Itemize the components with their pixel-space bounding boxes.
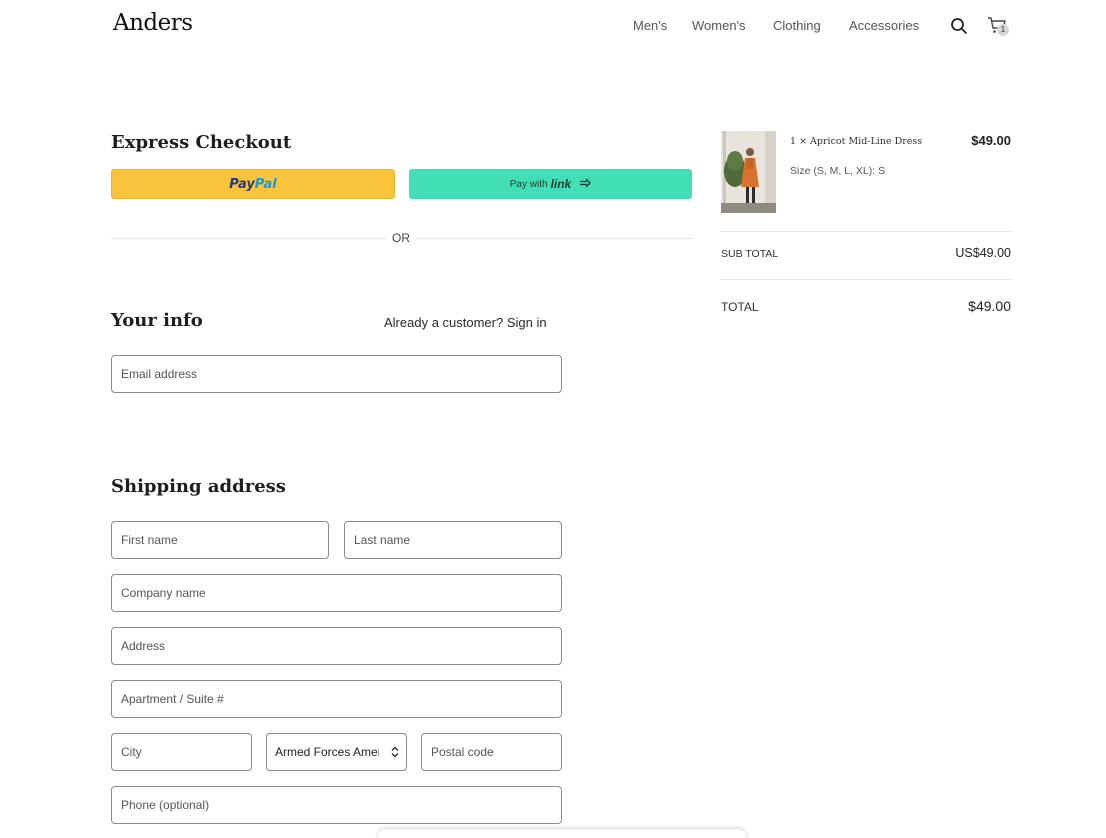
site-header: Anders Men's Women's Clothing Accessorie… — [0, 0, 1106, 56]
search-icon[interactable] — [949, 16, 969, 36]
paypal-logo: PayPal — [229, 177, 276, 192]
subtotal-label: SUB TOTAL — [721, 248, 779, 260]
arrow-right-icon — [579, 178, 592, 191]
city-field[interactable] — [111, 733, 252, 771]
total-value: $49.00 — [968, 298, 1011, 314]
postal-code-field[interactable] — [421, 733, 562, 771]
divider-left — [111, 238, 386, 239]
divider-right — [417, 238, 692, 239]
your-info-title: Your info — [111, 310, 203, 331]
subtotal-value: US$49.00 — [955, 246, 1011, 260]
nav-accessories[interactable]: Accessories — [849, 18, 919, 33]
nav-clothing[interactable]: Clothing — [773, 18, 821, 33]
company-name-field[interactable] — [111, 574, 562, 612]
select-arrows-icon — [388, 745, 402, 759]
nav-mens[interactable]: Men's — [633, 18, 667, 33]
summary-divider — [721, 279, 1011, 280]
paypal-logo-pay: Pay — [229, 176, 255, 192]
site-logo[interactable]: Anders — [113, 10, 193, 36]
nav-womens[interactable]: Women's — [692, 18, 746, 33]
apartment-field[interactable] — [111, 680, 562, 718]
first-name-field[interactable] — [111, 521, 329, 559]
product-name: 1 × Apricot Mid-Line Dress — [790, 136, 923, 147]
or-divider-label: OR — [392, 231, 410, 245]
summary-divider — [721, 231, 1011, 232]
paypal-button[interactable]: PayPal — [111, 169, 395, 199]
address-field[interactable] — [111, 627, 562, 665]
email-field[interactable] — [111, 355, 562, 393]
sign-in-link[interactable]: Already a customer? Sign in — [384, 315, 547, 330]
link-button-prefix: Pay with — [509, 178, 548, 190]
state-select-value: Armed Forces Americas — [275, 745, 379, 759]
express-checkout-title: Express Checkout — [111, 132, 292, 153]
cart-count-badge: 1 — [997, 24, 1009, 36]
product-size: Size (S, M, L, XL): S — [790, 165, 886, 177]
link-logo: link — [550, 177, 572, 191]
pay-with-link-button[interactable]: Pay with link — [409, 169, 692, 199]
product-image — [721, 131, 776, 213]
paypal-logo-pal: Pal — [254, 176, 277, 192]
product-price: $49.00 — [971, 133, 1011, 148]
phone-field[interactable] — [111, 786, 562, 824]
state-select[interactable]: Armed Forces Americas — [266, 733, 407, 771]
bottom-floating-panel — [378, 829, 746, 838]
last-name-field[interactable] — [344, 521, 562, 559]
total-label: TOTAL — [721, 300, 759, 314]
shipping-address-title: Shipping address — [111, 476, 286, 497]
